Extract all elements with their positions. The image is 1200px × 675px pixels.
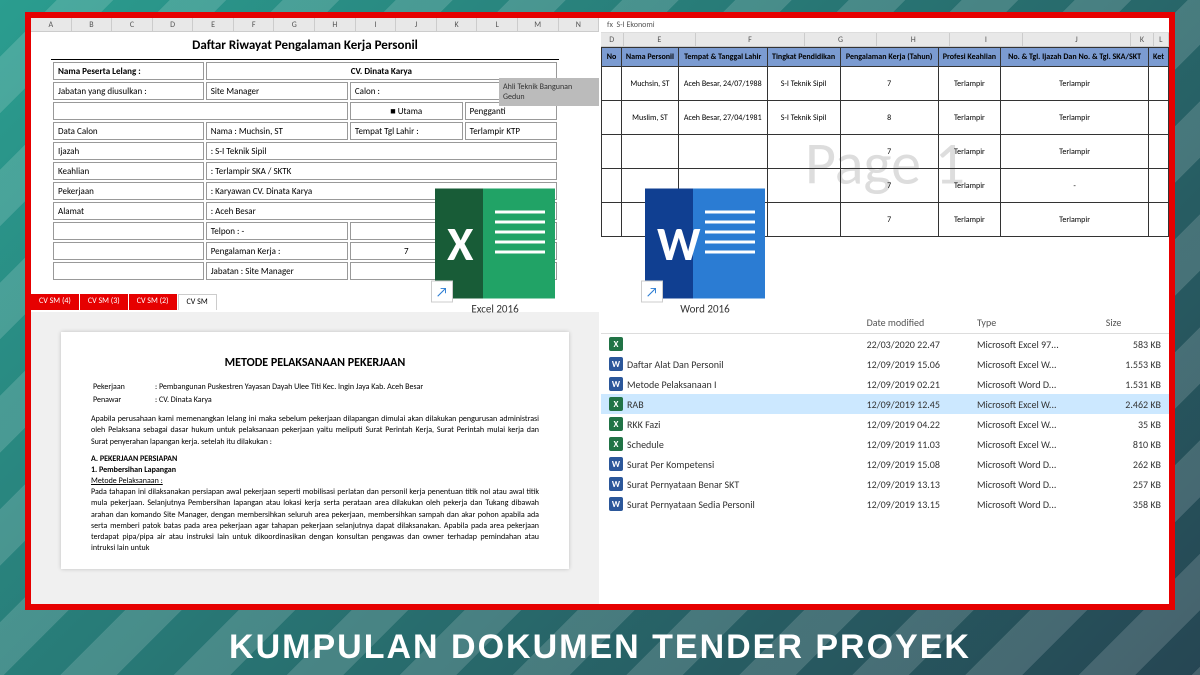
label: Keahlian	[53, 162, 204, 180]
sheet-tabs: CV SM (4) CV SM (3) CV SM (2) CV SM	[31, 294, 217, 310]
word-file-icon: W	[609, 477, 623, 491]
app-label: Word 2016	[680, 303, 729, 316]
file-row[interactable]: XRKK Fazi12/09/2019 04.22Microsoft Excel…	[601, 414, 1169, 434]
value: Aceh Besar	[215, 206, 256, 217]
file-row[interactable]: WDaftar Alat Dan Personil12/09/2019 15.0…	[601, 354, 1169, 374]
file-row[interactable]: XSchedule12/09/2019 11.03Microsoft Excel…	[601, 434, 1169, 454]
value: Muchsin, ST	[239, 126, 283, 137]
column-headers: ABCDEFGHIJKLMN	[31, 18, 599, 32]
th: Nama Personil	[622, 48, 679, 67]
sheet-tab[interactable]: CV SM (3)	[80, 294, 129, 310]
excel-file-icon: X	[609, 437, 623, 451]
file-row[interactable]: XRAB12/09/2019 12.45Microsoft Excel W...…	[601, 394, 1169, 414]
paragraph: Apabila perusahaan kami memenangkan lela…	[91, 414, 539, 448]
file-row[interactable]: WSurat Pernyataan Sedia Personil12/09/20…	[601, 494, 1169, 514]
label: Tempat Tgl Lahir :	[350, 122, 463, 140]
file-row[interactable]: X22/03/2020 22.47Microsoft Excel 97...58…	[601, 334, 1169, 354]
col-type[interactable]: Type	[977, 316, 1106, 329]
doc-title: METODE PELAKSANAAN PEKERJAAN	[91, 355, 539, 372]
section-heading: 1. Pembersihan Lapangan	[91, 465, 539, 476]
option: Utama	[398, 106, 423, 117]
excel-file-icon: X	[609, 397, 623, 411]
excel-shortcut[interactable]: X ↗ Excel 2016	[435, 189, 555, 316]
th: Tingkat Pendidikan	[767, 48, 840, 67]
sheet-tab[interactable]: CV SM (4)	[31, 294, 80, 310]
file-row[interactable]: WSurat Pernyataan Benar SKT12/09/2019 13…	[601, 474, 1169, 494]
document-page: METODE PELAKSANAAN PEKERJAAN Pekerjaan: …	[61, 332, 569, 569]
word-icon: W ↗	[645, 189, 765, 299]
table-row[interactable]: Muslim, STAceh Besar, 27/04/1981S-I Tekn…	[602, 101, 1169, 135]
word-shortcut[interactable]: W ↗ Word 2016	[645, 189, 765, 316]
value: : CV. Dinata Karya	[155, 395, 537, 406]
label: Telpon :	[211, 226, 240, 237]
subheading: Metode Pelaksanaan :	[91, 476, 539, 487]
th: No	[602, 48, 622, 67]
word-doc-pane: METODE PELAKSANAAN PEKERJAAN Pekerjaan: …	[31, 312, 599, 604]
app-label: Excel 2016	[471, 303, 518, 316]
th: Profesi Keahlian	[938, 48, 1000, 67]
value: Terlampir SKA / SKTK	[215, 166, 291, 177]
excel-file-icon: X	[609, 337, 623, 351]
page-caption: KUMPULAN DOKUMEN TENDER PROYEK	[0, 628, 1200, 667]
label: Alamat	[53, 202, 204, 220]
file-row[interactable]: WMetode Pelaksanaan I12/09/2019 02.21Mic…	[601, 374, 1169, 394]
label: Nama Peserta Lelang :	[53, 62, 204, 80]
value: Karyawan CV. Dinata Karya	[215, 186, 312, 197]
label: Penawar	[93, 395, 153, 406]
col-date[interactable]: Date modified	[867, 316, 977, 329]
table-row[interactable]: Muchsin, STAceh Besar, 24/07/1988S-I Tek…	[602, 67, 1169, 101]
file-list: X22/03/2020 22.47Microsoft Excel 97...58…	[601, 334, 1169, 514]
section-heading: A. PEKERJAAN PERSIAPAN	[91, 454, 539, 465]
label: Pengalaman Kerja :	[206, 242, 348, 260]
label: Jabatan yang diusulkan :	[53, 82, 204, 100]
value: Site Manager	[245, 266, 293, 277]
col-size[interactable]: Size	[1106, 316, 1161, 329]
word-file-icon: W	[609, 377, 623, 391]
value: Terlampir KTP	[465, 122, 557, 140]
value: : Pembangunan Puskestren Yayasan Dayah U…	[155, 382, 537, 393]
app-icons-overlay: X ↗ Excel 2016 W ↗ Word 2016	[435, 189, 765, 316]
sheet-tab[interactable]: CV SM (2)	[129, 294, 178, 310]
label: Ijazah	[53, 142, 204, 160]
file-explorer-pane: Date modified Type Size X22/03/2020 22.4…	[601, 312, 1169, 604]
shortcut-arrow-icon: ↗	[641, 281, 663, 303]
formula-bar[interactable]: S-I Ekonomi	[617, 20, 655, 30]
th: No. & Tgl. Ijazah Dan No. & Tgl. SKA/SKT	[1001, 48, 1149, 67]
label: Pekerjaan	[53, 182, 204, 200]
sheet-tab-active[interactable]: CV SM	[178, 294, 217, 310]
value: Site Manager	[206, 82, 348, 100]
word-file-icon: W	[609, 457, 623, 471]
word-file-icon: W	[609, 357, 623, 371]
word-file-icon: W	[609, 497, 623, 511]
label: Data Calon	[53, 122, 204, 140]
file-row[interactable]: WSurat Per Kompetensi12/09/2019 15.08Mic…	[601, 454, 1169, 474]
value: -	[242, 226, 245, 237]
excel-icon: X ↗	[435, 189, 555, 299]
value: S-I Teknik Sipil	[215, 146, 266, 157]
label: Nama :	[211, 126, 237, 137]
label: Jabatan :	[211, 266, 244, 277]
paragraph: Pada tahapan ini dilaksanakan persiapan …	[91, 487, 539, 554]
side-note: Ahli Teknik Bangunan Gedun	[499, 78, 599, 106]
content-frame: ABCDEFGHIJKLMN Daftar Riwayat Pengalaman…	[25, 12, 1175, 610]
excel-file-icon: X	[609, 417, 623, 431]
label: Pekerjaan	[93, 382, 153, 393]
th: Pengalaman Kerja (Tahun)	[840, 48, 938, 67]
table-row[interactable]: 7TerlampirTerlampir	[602, 135, 1169, 169]
shortcut-arrow-icon: ↗	[431, 281, 453, 303]
th: Ket	[1149, 48, 1169, 67]
column-headers: DEFGHIJKL	[601, 33, 1169, 47]
form-title: Daftar Riwayat Pengalaman Kerja Personil	[51, 32, 559, 60]
th: Tempat & Tanggal Lahir	[678, 48, 767, 67]
